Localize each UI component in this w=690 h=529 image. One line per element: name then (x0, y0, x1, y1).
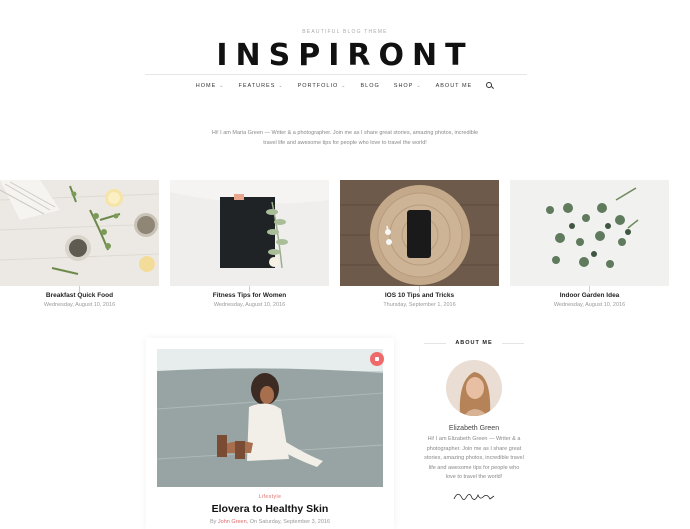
main-nav: HOME ⌄ FEATURES ⌄ PORTFOLIO ⌄ BLOG SHOP ⌄ AB… (0, 82, 690, 90)
post-image[interactable] (157, 349, 383, 487)
slide-date: Wednesday, August 10, 2016 (553, 302, 626, 308)
slide-date: Wednesday, August 10, 2016 (213, 302, 286, 308)
nav-item-about[interactable]: ABOUT ME (436, 82, 473, 90)
bookmark-icon[interactable] (370, 352, 384, 366)
site-tagline: BEAUTIFUL BLOG THEME (302, 29, 388, 35)
featured-post-card (146, 338, 394, 529)
slide-title[interactable]: IOS 10 Tips and Tricks (340, 292, 499, 299)
chevron-down-icon: ⌄ (341, 83, 347, 89)
slide-date: Wednesday, August 10, 2016 (43, 302, 116, 308)
chevron-down-icon: ⌄ (416, 83, 422, 89)
post-title[interactable]: Elovera to Healthy Skin (146, 503, 394, 515)
slider-item[interactable]: IOS 10 Tips and Tricks Thursday, Septemb… (340, 180, 499, 308)
chevron-down-icon: ⌄ (219, 83, 225, 89)
widget-title: ABOUT ME (424, 340, 524, 346)
signature-image (453, 493, 495, 500)
search-icon (486, 82, 494, 90)
avatar-photo (446, 360, 502, 416)
post-category[interactable]: Lifestyle (146, 494, 394, 500)
slider-item[interactable]: Fitness Tips for Women Wednesday, August… (170, 180, 329, 308)
about-name: Elizabeth Green (448, 425, 500, 432)
slider-item[interactable]: Indoor Garden Idea Wednesday, August 10,… (510, 180, 669, 308)
slide-image-garden[interactable] (510, 180, 669, 286)
nav-item-shop[interactable]: SHOP ⌄ (394, 82, 422, 90)
slide-title[interactable]: Breakfast Quick Food (0, 292, 159, 299)
site-logo[interactable]: INSPIRONT (0, 38, 690, 73)
woman-sitting-photo (157, 349, 383, 487)
slide-title[interactable]: Fitness Tips for Women (170, 292, 329, 299)
intro-text: Hi! I am Maria Green — Writer & a photog… (211, 130, 479, 146)
slide-image-ios[interactable] (340, 180, 499, 286)
chevron-down-icon: ⌄ (278, 83, 284, 89)
nav-item-features[interactable]: FEATURES ⌄ (238, 82, 283, 90)
slide-date: Thursday, September 1, 2016 (383, 302, 456, 308)
notebook-photo (170, 180, 329, 286)
post-author[interactable]: John Green (218, 519, 247, 525)
slide-image-fitness[interactable] (170, 180, 329, 286)
breakfast-photo (0, 180, 159, 286)
phone-photo (340, 180, 499, 286)
nav-item-home[interactable]: HOME ⌄ (196, 82, 225, 90)
nav-divider (145, 74, 527, 75)
plants-photo (510, 180, 669, 286)
search-button[interactable] (486, 82, 494, 90)
about-bio: Hi! I am Elizabeth Green — Writer & a ph… (424, 436, 524, 480)
post-meta: By John Green, On Saturday, September 3,… (209, 519, 331, 525)
featured-slider: Breakfast Quick Food Wednesday, August 1… (0, 180, 690, 320)
nav-item-portfolio[interactable]: PORTFOLIO ⌄ (298, 82, 347, 90)
slider-item[interactable]: Breakfast Quick Food Wednesday, August 1… (0, 180, 159, 308)
slide-title[interactable]: Indoor Garden Idea (510, 292, 669, 299)
slide-image-breakfast[interactable] (0, 180, 159, 286)
nav-item-blog[interactable]: BLOG (361, 82, 380, 90)
avatar (446, 360, 502, 416)
